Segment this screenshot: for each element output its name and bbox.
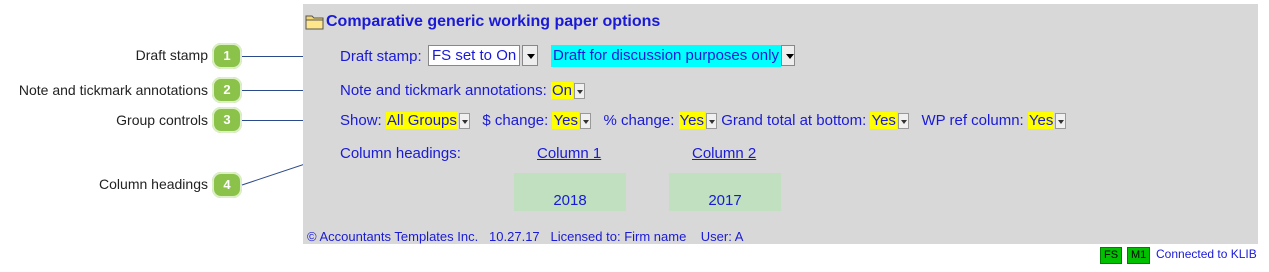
chevron-down-icon[interactable] bbox=[897, 113, 909, 130]
chevron-down-icon[interactable] bbox=[458, 113, 470, 130]
dollar-change-label: $ change: bbox=[482, 112, 549, 129]
chevron-down-icon[interactable] bbox=[579, 113, 591, 130]
pct-change-value[interactable]: Yes bbox=[678, 112, 706, 129]
folder-icon bbox=[305, 15, 324, 30]
column-1-year[interactable]: 2018 bbox=[514, 173, 626, 211]
note-annotations-row: Note and tickmark annotations: On bbox=[340, 82, 585, 100]
column-2-link[interactable]: Column 2 bbox=[692, 145, 756, 162]
callout-badge-4: 4 bbox=[212, 172, 242, 198]
chevron-down-icon[interactable] bbox=[780, 45, 795, 66]
callout-group-controls: Group controls bbox=[116, 112, 208, 128]
wp-ref-label: WP ref column: bbox=[921, 112, 1024, 129]
grand-total-label: Grand total at bottom: bbox=[721, 112, 867, 129]
m1-status-badge: M1 bbox=[1127, 247, 1151, 264]
chevron-down-icon[interactable] bbox=[522, 45, 539, 66]
draft-stamp-label: Draft stamp: bbox=[340, 48, 422, 65]
column-2-year[interactable]: 2017 bbox=[669, 173, 781, 211]
grand-total-value[interactable]: Yes bbox=[870, 112, 897, 129]
callout-draft-stamp: Draft stamp bbox=[135, 47, 208, 63]
page-title: Comparative generic working paper option… bbox=[326, 13, 661, 30]
chevron-down-icon[interactable] bbox=[1055, 113, 1067, 130]
connection-status: Connected to KLIB bbox=[1156, 247, 1257, 261]
dollar-change-value[interactable]: Yes bbox=[552, 112, 579, 129]
chevron-down-icon[interactable] bbox=[706, 113, 718, 130]
note-annotations-label: Note and tickmark annotations: bbox=[340, 82, 547, 99]
callout-column-headings: Column headings bbox=[99, 176, 208, 192]
draft-stamp-text[interactable]: Draft for discussion purposes only bbox=[551, 45, 781, 67]
note-annotations-value[interactable]: On bbox=[550, 82, 573, 99]
callout-badge-2: 2 bbox=[212, 77, 242, 103]
chevron-down-icon[interactable] bbox=[573, 83, 585, 100]
footer-text: © Accountants Templates Inc. 10.27.17 Li… bbox=[307, 229, 744, 244]
callout-badge-1: 1 bbox=[212, 43, 242, 69]
pct-change-label: % change: bbox=[603, 112, 675, 129]
group-controls-row: Show: All Groups $ change: Yes % change:… bbox=[340, 112, 1067, 130]
callout-badge-3: 3 bbox=[212, 107, 242, 133]
draft-stamp-select[interactable]: FS set to On bbox=[428, 45, 521, 66]
show-value[interactable]: All Groups bbox=[385, 112, 458, 129]
fs-status-badge: FS bbox=[1100, 247, 1123, 264]
show-label: Show: bbox=[340, 112, 382, 129]
callout-note-annotations: Note and tickmark annotations bbox=[18, 82, 208, 98]
column-headings-label: Column headings: bbox=[340, 145, 461, 162]
column-1-link[interactable]: Column 1 bbox=[537, 145, 601, 162]
wp-ref-value[interactable]: Yes bbox=[1027, 112, 1055, 129]
